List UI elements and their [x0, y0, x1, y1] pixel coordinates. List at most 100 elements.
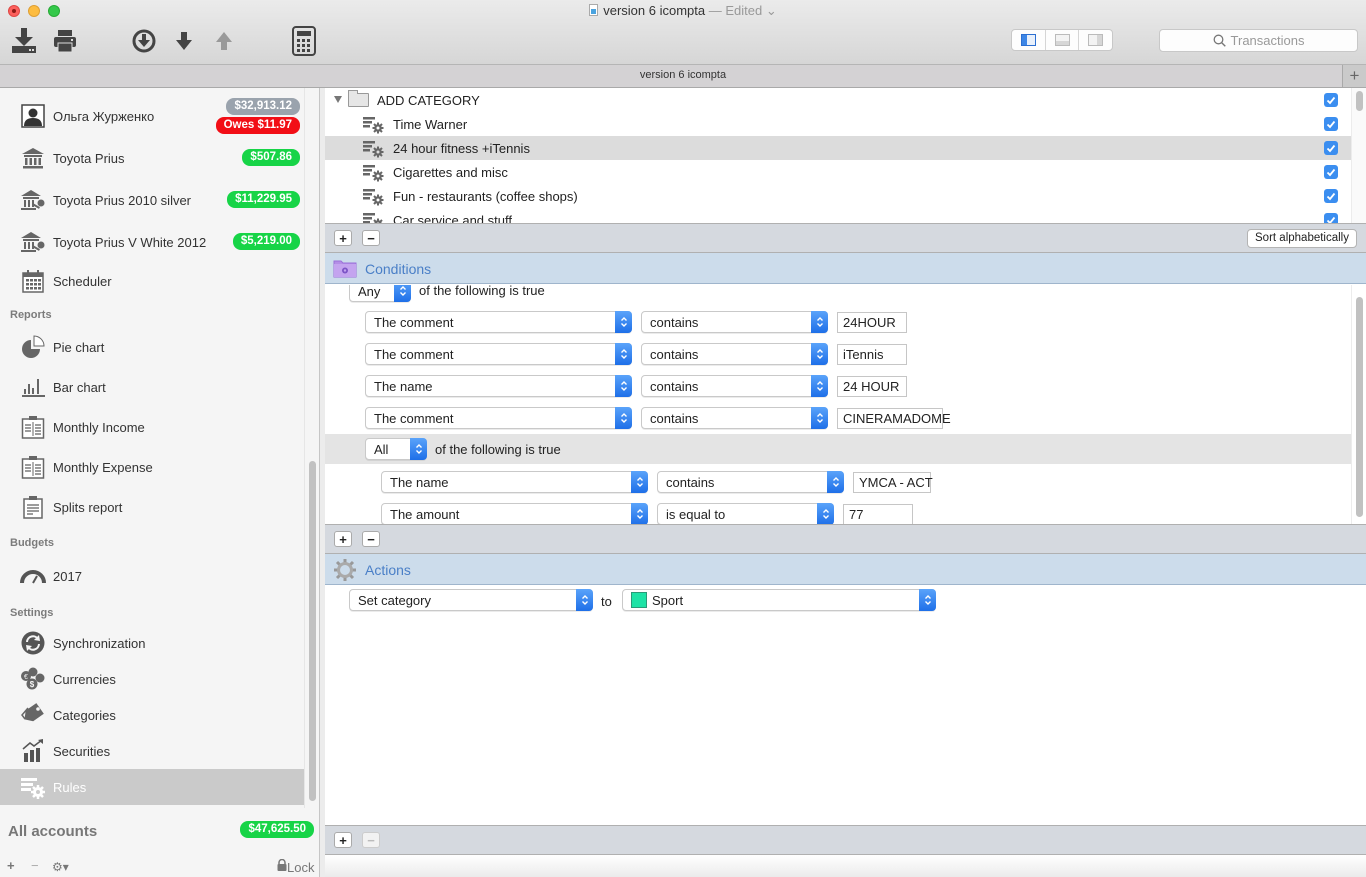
tag-icon: [20, 702, 46, 728]
sidebar-item-budget-2017[interactable]: 2017: [0, 558, 309, 594]
edited-indicator[interactable]: — Edited ⌄: [709, 3, 777, 18]
rule-row[interactable]: Time Warner: [325, 112, 1351, 136]
condition-operator-popup[interactable]: is equal to: [657, 503, 834, 525]
rule-row[interactable]: Fun - restaurants (coffee shops): [325, 184, 1351, 208]
toggle-left-sidebar-button[interactable]: [1012, 30, 1046, 50]
toggle-bottom-pane-button[interactable]: [1046, 30, 1080, 50]
rule-enabled-checkbox[interactable]: [1324, 117, 1338, 131]
condition-operator-value: contains: [666, 475, 715, 490]
rules-list: ADD CATEGORY Time Warner 24 hour fitness…: [325, 88, 1366, 223]
sidebar-item-account[interactable]: Toyota Prius 2010 silver $11,229.95: [0, 182, 309, 218]
condition-operator-popup[interactable]: contains: [641, 311, 828, 333]
toggle-right-sidebar-button[interactable]: [1079, 30, 1112, 50]
action-target-category-popup[interactable]: Sport: [622, 589, 936, 611]
sidebar-item-label: Bar chart: [53, 379, 106, 395]
lock-button[interactable]: Lock: [277, 858, 314, 875]
rule-enabled-checkbox[interactable]: [1324, 189, 1338, 203]
sidebar-item-scheduler[interactable]: Scheduler: [0, 263, 309, 299]
sidebar-item-account[interactable]: Toyota Prius V White 2012 $5,219.00: [0, 224, 309, 260]
condition-operator-value: is equal to: [666, 507, 726, 522]
previous-button[interactable]: [212, 28, 236, 54]
sidebar-scrollbar-thumb[interactable]: [309, 461, 316, 801]
condition-value-field[interactable]: 24 HOUR: [837, 376, 907, 397]
condition-value-field[interactable]: YMCA - ACT: [853, 472, 933, 493]
add-rule-button[interactable]: +: [334, 230, 352, 246]
condition-field-popup[interactable]: The name: [381, 471, 648, 493]
match-mode-value: Any: [358, 285, 381, 299]
remove-condition-button[interactable]: −: [362, 531, 380, 547]
condition-operator-popup[interactable]: contains: [641, 343, 828, 365]
download-button[interactable]: [130, 28, 158, 54]
conditions-editor: Any of the following is true The comment…: [325, 285, 1366, 525]
sidebar-item-synchronization[interactable]: Synchronization: [0, 625, 309, 661]
popup-arrows-icon: [811, 375, 828, 397]
rule-enabled-checkbox[interactable]: [1324, 141, 1338, 155]
rule-group-row[interactable]: ADD CATEGORY: [325, 88, 1351, 112]
sidebar-item-rules[interactable]: Rules: [0, 769, 309, 805]
sidebar-item-account[interactable]: Toyota Prius $507.86: [0, 140, 309, 176]
condition-value-field[interactable]: iTennis: [837, 344, 907, 365]
remove-account-button[interactable]: −: [31, 858, 39, 873]
condition-value-field[interactable]: 77: [843, 504, 913, 525]
rule-enabled-checkbox[interactable]: [1324, 93, 1338, 107]
rules-list-scrollbar[interactable]: [1351, 88, 1366, 223]
import-button[interactable]: [9, 28, 39, 54]
condition-field-popup[interactable]: The comment: [365, 343, 632, 365]
match-mode-popup[interactable]: Any: [349, 285, 411, 302]
condition-field-popup[interactable]: The name: [365, 375, 632, 397]
condition-field-popup[interactable]: The comment: [365, 311, 632, 333]
conditions-header: Conditions: [325, 253, 1366, 284]
sidebar-item-categories[interactable]: Categories: [0, 697, 309, 733]
condition-value-field[interactable]: 24HOUR: [837, 312, 907, 333]
subgroup-match-mode-popup[interactable]: All: [365, 438, 427, 460]
add-account-button[interactable]: +: [7, 858, 15, 873]
sidebar-item-bar-chart[interactable]: Bar chart: [0, 369, 309, 405]
rule-row[interactable]: Car service and stuff: [325, 208, 1351, 223]
condition-operator-popup[interactable]: contains: [657, 471, 844, 493]
print-icon: [54, 30, 76, 53]
condition-value-field[interactable]: CINERAMADOME: [837, 408, 951, 429]
action-type-popup[interactable]: Set category: [349, 589, 593, 611]
rule-enabled-checkbox[interactable]: [1324, 213, 1338, 223]
popup-arrows-icon: [615, 311, 632, 333]
calculator-button[interactable]: [290, 26, 318, 56]
conditions-scrollbar-thumb[interactable]: [1356, 297, 1363, 517]
condition-operator-popup[interactable]: contains: [641, 407, 828, 429]
sidebar-item-account[interactable]: Ольга Журженко $32,913.12 Owes $11.97: [0, 98, 309, 134]
sidebar-item-splits-report[interactable]: Splits report: [0, 489, 309, 525]
document-tab[interactable]: version 6 icompta: [0, 69, 1366, 81]
all-accounts-label[interactable]: All accounts: [8, 823, 97, 840]
sidebar-item-label: Currencies: [53, 671, 116, 687]
condition-field-popup[interactable]: The amount: [381, 503, 648, 525]
bank-key-icon: [20, 187, 46, 213]
disclosure-triangle-icon[interactable]: [334, 96, 342, 103]
rules-list-scrollbar-thumb[interactable]: [1356, 91, 1363, 111]
rule-enabled-checkbox[interactable]: [1324, 165, 1338, 179]
add-action-button[interactable]: +: [334, 832, 352, 848]
condition-field-value: The name: [374, 379, 433, 394]
new-tab-button[interactable]: +: [1342, 65, 1366, 87]
sidebar-item-pie-chart[interactable]: Pie chart: [0, 329, 309, 365]
rule-row[interactable]: Cigarettes and misc: [325, 160, 1351, 184]
sidebar-item-monthly-income[interactable]: Monthly Income: [0, 409, 309, 445]
condition-field-popup[interactable]: The comment: [365, 407, 632, 429]
remove-rule-button[interactable]: −: [362, 230, 380, 246]
next-button[interactable]: [172, 28, 196, 54]
sidebar-item-monthly-expense[interactable]: Monthly Expense: [0, 449, 309, 485]
sidebar-item-securities[interactable]: Securities: [0, 733, 309, 769]
window-toolbar: version 6 icompta — Edited ⌄ Transaction…: [0, 0, 1366, 65]
sort-alphabetically-button[interactable]: Sort alphabetically: [1247, 229, 1357, 248]
print-button[interactable]: [51, 28, 79, 54]
checkmark-icon: [1326, 216, 1336, 223]
add-condition-button[interactable]: +: [334, 531, 352, 547]
conditions-scrollbar[interactable]: [1351, 285, 1366, 525]
rule-icon: [363, 141, 384, 158]
rule-row-selected[interactable]: 24 hour fitness +iTennis: [325, 136, 1351, 160]
condition-operator-popup[interactable]: contains: [641, 375, 828, 397]
sidebar-scrollbar[interactable]: [304, 88, 319, 808]
remove-action-button[interactable]: −: [362, 832, 380, 848]
sidebar-item-currencies[interactable]: $ € Currencies: [0, 661, 309, 697]
currencies-icon: $ €: [20, 666, 46, 692]
transactions-search-field[interactable]: Transactions: [1159, 29, 1358, 52]
popup-arrows-icon: [811, 343, 828, 365]
